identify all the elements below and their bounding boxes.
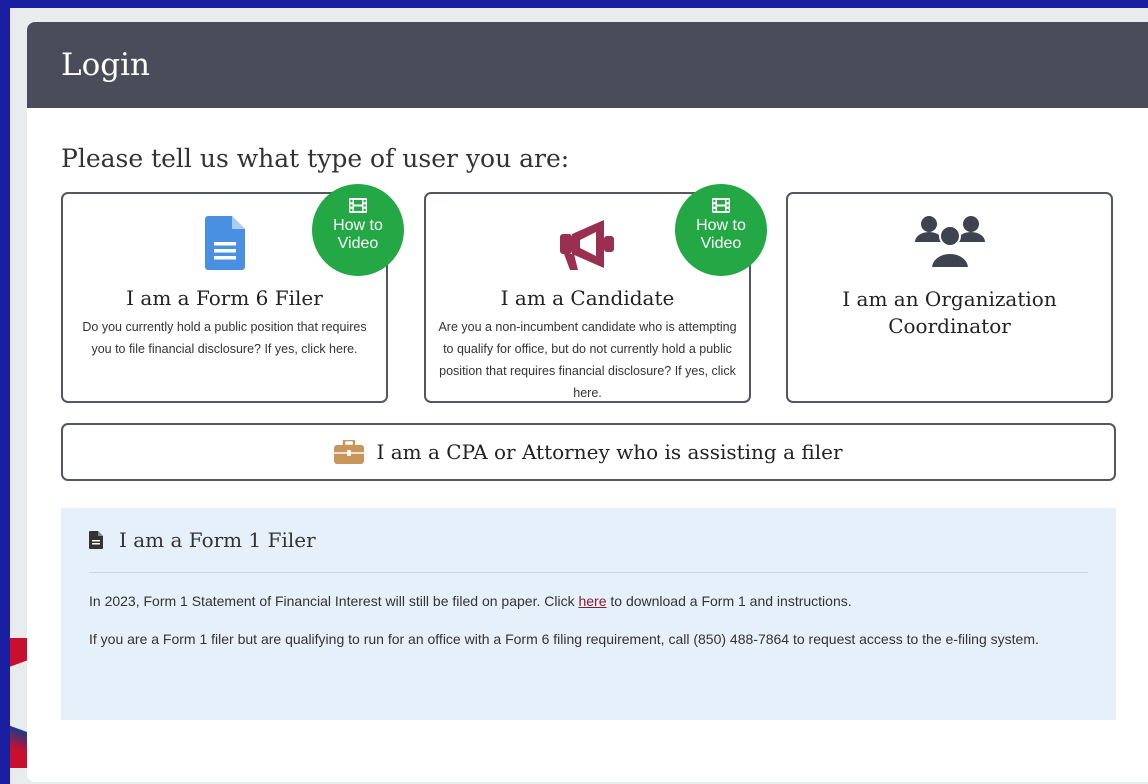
how-to-video-button[interactable]: How to Video (675, 184, 767, 276)
briefcase-icon (334, 440, 365, 464)
film-icon (712, 198, 730, 213)
form1-info-box: I am a Form 1 Filer In 2023, Form 1 Stat… (61, 508, 1116, 720)
card-title: I am an Organization Coordinator (842, 287, 1057, 338)
form1-text: In 2023, Form 1 Statement of Financial I… (89, 593, 579, 609)
badge-line1: How to (696, 217, 746, 234)
form1-paragraph-2: If you are a Form 1 filer but are qualif… (89, 631, 1039, 647)
form6-filer-card[interactable]: How to Video I am a Form 6 Filer Do you … (61, 184, 404, 403)
page-frame: Login Please tell us what type of user y… (10, 8, 1148, 784)
panel-title: Login (61, 47, 150, 83)
candidate-card[interactable]: How to Video I am a Candidate Are you a … (424, 184, 767, 403)
card-title: I am a Candidate (500, 286, 675, 310)
form1-text: to download a Form 1 and instructions. (606, 593, 852, 609)
badge-line2: Video (337, 235, 379, 252)
badge-line2: Video (700, 235, 742, 252)
panel-header: Login (27, 22, 1148, 108)
form1-heading: I am a Form 1 Filer (119, 528, 316, 552)
how-to-video-button[interactable]: How to Video (312, 184, 404, 276)
form1-download-link[interactable]: here (578, 593, 606, 609)
megaphone-icon (559, 216, 616, 275)
card-title: I am a Form 6 Filer (126, 286, 323, 310)
form1-paragraph-1: In 2023, Form 1 Statement of Financial I… (89, 589, 1088, 613)
form1-heading-row: I am a Form 1 Filer (89, 508, 1088, 573)
cpa-label: I am a CPA or Attorney who is assisting … (376, 440, 843, 464)
user-type-prompt: Please tell us what type of user you are… (61, 144, 570, 173)
document-icon (204, 216, 245, 275)
cpa-attorney-button[interactable]: I am a CPA or Attorney who is assisting … (61, 423, 1116, 481)
file-text-icon (89, 531, 103, 549)
film-icon (349, 198, 367, 213)
organization-coordinator-card[interactable]: I am an Organization Coordinator (786, 192, 1113, 403)
card-description: Do you currently hold a public position … (82, 320, 367, 356)
badge-line1: How to (333, 217, 383, 234)
login-panel: Login Please tell us what type of user y… (27, 22, 1148, 782)
users-icon (914, 214, 985, 275)
card-description: Are you a non-incumbent candidate who is… (438, 320, 737, 400)
